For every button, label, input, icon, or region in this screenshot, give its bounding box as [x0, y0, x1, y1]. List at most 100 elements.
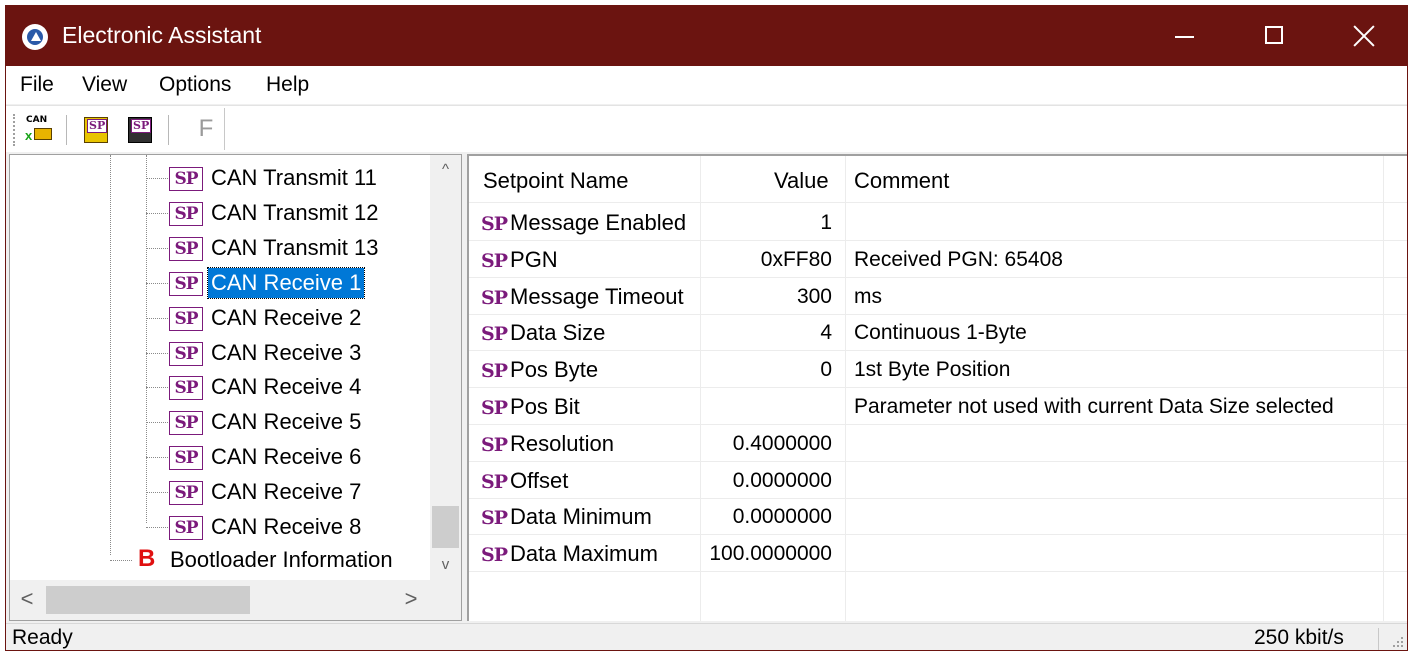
setpoint-name: Resolution — [510, 430, 614, 456]
can-status-icon: x — [25, 128, 33, 143]
tree-item[interactable]: SP CAN Transmit 12 — [10, 196, 430, 230]
setpoint-icon: SP — [481, 544, 508, 567]
close-icon — [1352, 24, 1376, 48]
setpoint-name-cell: SP Resolution — [481, 429, 614, 460]
tree-item-label: CAN Receive 2 — [211, 304, 362, 330]
setpoint-name: Offset — [510, 467, 569, 493]
tree-item-bootloader-information[interactable]: B Bootloader Information — [10, 543, 430, 577]
resize-grip-icon[interactable] — [1390, 634, 1404, 648]
setpoint-value-cell[interactable]: 0.4000000 — [700, 429, 832, 458]
tree-item-label: Bootloader Information — [170, 547, 393, 572]
table-row[interactable]: SP PGN 0xFF80 Received PGN: 65408 — [469, 241, 1407, 278]
setpoint-name-cell: SP Pos Byte — [481, 355, 598, 386]
tree-vertical-scrollbar[interactable]: ^ v — [430, 155, 461, 580]
setpoint-value-cell[interactable]: 0xFF80 — [700, 245, 832, 274]
scroll-down-arrow-icon[interactable]: v — [430, 550, 461, 580]
setpoint-value-cell[interactable]: 4 — [700, 318, 832, 347]
setpoint-icon: SP — [481, 433, 508, 456]
tree-item-label: CAN Transmit 12 — [211, 199, 379, 225]
setpoint-value-cell[interactable]: 0.0000000 — [700, 502, 832, 531]
tree-item-label: CAN Receive 3 — [211, 339, 362, 365]
menu-help[interactable]: Help — [266, 73, 309, 97]
column-header-value[interactable]: Value — [774, 168, 829, 194]
minimize-icon — [1175, 36, 1194, 38]
setpoint-value-cell[interactable]: 100.0000000 — [700, 539, 832, 568]
setpoint-name-cell: SP Pos Bit — [481, 392, 580, 423]
setpoint-comment-cell: Received PGN: 65408 — [854, 247, 1063, 271]
tree-horizontal-scrollbar[interactable]: < > — [10, 580, 430, 620]
setpoint-comment-cell: Continuous 1-Byte — [854, 321, 1027, 345]
setpoint-value-cell[interactable]: 300 — [700, 282, 832, 311]
table-row[interactable]: SP Message Enabled 1 — [469, 204, 1407, 241]
setpoint-value-cell[interactable]: 0.0000000 — [700, 466, 832, 495]
menu-file[interactable]: File — [20, 73, 54, 97]
tree-item[interactable]: SP CAN Receive 1 — [10, 266, 430, 300]
setpoint-list[interactable]: Setpoint Name Value Comment SP Message En… — [467, 154, 1407, 621]
menu-options[interactable]: Options — [159, 73, 231, 97]
title-bar[interactable]: Electronic Assistant — [6, 6, 1407, 66]
table-row[interactable]: SP Offset 0.0000000 — [469, 462, 1407, 499]
setpoint-icon: SP — [169, 236, 203, 261]
table-row[interactable]: SP Pos Byte 0 1st Byte Position — [469, 351, 1407, 388]
status-text: Ready — [12, 626, 73, 649]
tree-item[interactable]: SP CAN Transmit 11 — [10, 161, 430, 195]
tree-item[interactable]: SP CAN Transmit 13 — [10, 231, 430, 265]
toolbar-grip[interactable] — [13, 114, 16, 146]
setpoint-value-cell[interactable]: 0 — [700, 355, 832, 384]
horizontal-scroll-thumb[interactable] — [46, 586, 250, 614]
column-header-comment[interactable]: Comment — [854, 168, 949, 194]
table-row[interactable]: SP Pos Bit Parameter not used with current… — [469, 388, 1407, 425]
tree-item[interactable]: SP CAN Receive 8 — [10, 510, 430, 544]
setpoint-comment-cell: 1st Byte Position — [854, 358, 1011, 382]
table-row[interactable]: SP Data Minimum 0.0000000 — [469, 498, 1407, 535]
setpoint-comment-cell: Parameter not used with current Data Siz… — [854, 395, 1334, 418]
tree-item-label: CAN Receive 4 — [211, 374, 362, 400]
setpoint-group-tree[interactable]: SP CAN Transmit 11 SP CAN Transmit 12 SP CAN … — [9, 154, 462, 621]
menu-bar: File View Options Help — [6, 66, 1407, 104]
flash-button[interactable]: F — [194, 115, 218, 147]
can-connect-button[interactable]: CAN x — [24, 114, 56, 146]
app-window: Electronic Assistant File View Options H… — [5, 5, 1408, 651]
tree-item[interactable]: SP CAN Receive 3 — [10, 336, 430, 370]
save-setpoint-file-button[interactable]: SP — [124, 114, 156, 146]
setpoint-icon: SP — [169, 411, 203, 436]
toolbar-separator — [66, 115, 67, 145]
maximize-button[interactable] — [1229, 6, 1319, 66]
scroll-left-arrow-icon[interactable]: < — [10, 580, 44, 620]
close-button[interactable] — [1319, 6, 1407, 66]
toolbar-separator — [168, 115, 169, 145]
setpoint-name-cell: SP Offset — [481, 466, 568, 497]
setpoint-name: Data Size — [510, 320, 606, 346]
table-row[interactable]: SP Resolution 0.4000000 — [469, 425, 1407, 462]
column-header-setpoint-name[interactable]: Setpoint Name — [483, 168, 629, 194]
tree-item[interactable]: SP CAN Receive 2 — [10, 301, 430, 335]
setpoint-icon: SP — [481, 360, 508, 383]
setpoint-icon: SP — [481, 397, 508, 419]
tree-item[interactable]: SP CAN Receive 6 — [10, 440, 430, 474]
setpoint-name-cell: SP Data Maximum — [481, 539, 658, 570]
setpoint-name: Pos Bit — [510, 394, 580, 419]
menu-view[interactable]: View — [82, 73, 127, 97]
tree-item[interactable]: SP CAN Receive 4 — [10, 370, 430, 404]
setpoint-icon: SP — [481, 507, 508, 530]
open-setpoint-file-button[interactable]: SP — [80, 114, 112, 146]
table-row[interactable]: SP Data Size 4 Continuous 1-Byte — [469, 314, 1407, 351]
setpoint-name: PGN — [510, 246, 558, 272]
setpoint-icon: SP — [169, 376, 203, 401]
minimize-button[interactable] — [1139, 6, 1229, 66]
setpoint-name: Data Maximum — [510, 541, 658, 567]
scroll-right-arrow-icon[interactable]: > — [394, 580, 428, 620]
tree-item[interactable]: SP CAN Receive 7 — [10, 475, 430, 509]
table-row[interactable]: SP Message Timeout 300 ms — [469, 278, 1407, 315]
vertical-scroll-thumb[interactable] — [432, 506, 459, 548]
table-row[interactable]: SP Data Maximum 100.0000000 — [469, 535, 1407, 572]
setpoint-name-cell: SP Message Timeout — [481, 282, 684, 313]
setpoint-name: Message Timeout — [510, 283, 684, 309]
setpoint-icon: SP — [169, 201, 203, 226]
setpoint-value-cell[interactable]: 1 — [700, 208, 832, 237]
setpoint-icon: SP — [481, 213, 508, 235]
app-logo-icon — [22, 24, 48, 50]
sp-save-icon-label: SP — [131, 119, 152, 133]
tree-item[interactable]: SP CAN Receive 5 — [10, 405, 430, 439]
scroll-up-arrow-icon[interactable]: ^ — [430, 155, 461, 185]
